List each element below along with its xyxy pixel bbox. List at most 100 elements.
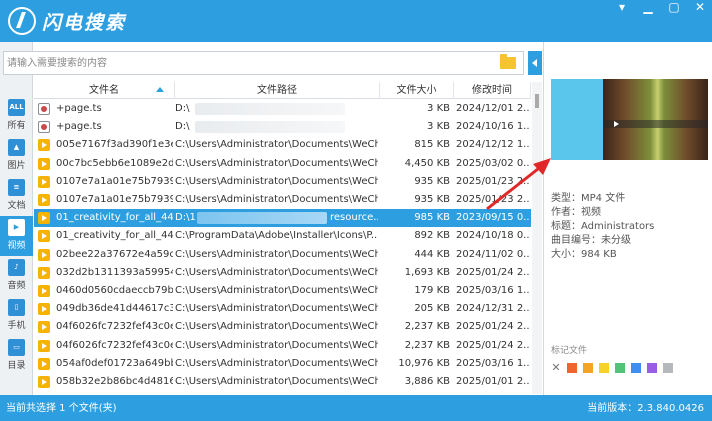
table-row[interactable]: 01_creativity_for_all_445...C:\ProgramDa… xyxy=(34,227,531,245)
sidebar-item-label: 图片 xyxy=(7,161,26,171)
color-tag-5[interactable] xyxy=(631,363,641,373)
color-tag-1[interactable] xyxy=(567,363,577,373)
file-size: 935 KB xyxy=(414,175,450,187)
browse-folder-icon[interactable] xyxy=(500,54,516,69)
modified-time: 2024/11/02 0... xyxy=(456,248,529,260)
table-row[interactable]: 04f6026fc7232fef43c0e... C:\Users\Adminis… xyxy=(34,337,531,355)
color-tag-2[interactable] xyxy=(583,363,593,373)
file-size: 4,450 KB xyxy=(404,157,450,169)
collapse-panel-button[interactable] xyxy=(528,51,542,75)
column-header-name[interactable]: 文件名 xyxy=(34,82,175,99)
video-file-icon xyxy=(38,248,50,261)
file-name: 04f6026fc7232fef43c0e... xyxy=(56,339,173,351)
modified-time: 2023/09/15 0... xyxy=(456,212,529,224)
table-row[interactable]: 054af0def01723a649bb...C:\Users\Administ… xyxy=(34,355,531,373)
file-path: C:\Users\Administrator\Documents\WeCh... xyxy=(175,321,378,333)
panel-divider xyxy=(543,42,544,395)
column-header-size[interactable]: 文件大小 xyxy=(380,82,454,99)
sidebar-item-phone[interactable]: ▯ 手机 xyxy=(0,296,33,336)
file-name: 00c7bc5ebb6e1089e2d... xyxy=(56,157,173,169)
file-size: 815 KB xyxy=(414,139,450,151)
file-path: C:\Users\Administrator\Documents\WeCh... xyxy=(175,194,378,205)
version-label: 当前版本：2.3.840.0426 xyxy=(587,403,704,414)
table-row[interactable]: +page.ts D:\ 3 KB 2024/12/01 2... xyxy=(34,100,531,118)
color-tag-6[interactable] xyxy=(647,363,657,373)
table-row[interactable]: 0107e7a1a01e75b7939... C:\Users\Administr… xyxy=(34,173,531,191)
title-bar: 闪电搜索 ▾ ▁ ▢ ✕ xyxy=(0,0,712,42)
selection-status: 当前共选择 1 个文件(夹) xyxy=(6,403,117,414)
sidebar-item-documents[interactable]: ≡ 文档 xyxy=(0,176,33,216)
file-path: C:\Users\Administrator\Documents\WeCh... xyxy=(175,339,378,351)
window-controls: ▾ ▁ ▢ ✕ xyxy=(616,0,706,14)
lightning-logo-icon xyxy=(8,7,36,35)
table-row[interactable]: +page.ts D:\ 3 KB 2024/10/16 1... xyxy=(34,118,531,136)
redacted-path xyxy=(195,103,345,115)
sidebar-item-folders[interactable]: ▭ 目录 xyxy=(0,336,33,376)
file-size: 3,886 KB xyxy=(404,376,450,387)
all-icon: ALL xyxy=(8,99,25,116)
modified-time: 2024/10/16 1... xyxy=(456,121,529,133)
video-file-icon xyxy=(38,266,50,279)
table-row[interactable]: 04f6026fc7232fef43c0e... C:\Users\Adminis… xyxy=(34,318,531,336)
video-file-icon xyxy=(38,212,50,225)
file-path-tail: resource... xyxy=(330,212,378,224)
modified-time: 2025/01/23 2... xyxy=(456,194,529,205)
file-name: +page.ts xyxy=(56,103,102,114)
minimize-button[interactable]: ▁ xyxy=(642,0,654,14)
table-row[interactable]: 0107e7a1a01e75b7939... C:\Users\Administr… xyxy=(34,191,531,209)
video-preview[interactable] xyxy=(551,79,708,160)
phone-icon: ▯ xyxy=(8,299,25,316)
table-scrollbar[interactable] xyxy=(532,82,542,394)
play-icon[interactable] xyxy=(614,121,619,127)
color-tag-3[interactable] xyxy=(599,363,609,373)
modified-time: 2025/01/24 2... xyxy=(456,321,529,333)
column-header-path[interactable]: 文件路径 xyxy=(175,82,380,99)
sidebar-item-all[interactable]: ALL 所有 xyxy=(0,96,33,136)
sidebar-item-video[interactable]: ▶ 视频 xyxy=(0,216,33,256)
modified-time: 2024/12/12 1... xyxy=(456,139,529,151)
table-row[interactable]: 0460d0560cdaeccb79b... C:\Users\Administr… xyxy=(34,282,531,300)
scrollbar-thumb[interactable] xyxy=(535,94,539,108)
video-file-icon xyxy=(38,339,50,352)
redacted-path xyxy=(197,212,327,225)
sort-ascending-icon xyxy=(156,87,164,92)
table-row[interactable]: 049db36de41d44617c3... C:\Users\Administr… xyxy=(34,300,531,318)
table-row[interactable]: 00c7bc5ebb6e1089e2d... C:\Users\Administr… xyxy=(34,155,531,173)
file-size: 3 KB xyxy=(427,103,450,114)
maximize-button[interactable]: ▢ xyxy=(668,0,680,14)
sidebar-item-images[interactable]: ▲ 图片 xyxy=(0,136,33,176)
file-name: 02bee22a37672e4a59c... xyxy=(56,248,173,260)
modified-time: 2025/01/23 2... xyxy=(456,175,529,187)
file-path: C:\Users\Administrator\Documents\WeCh... xyxy=(175,376,378,387)
file-size: 1,693 KB xyxy=(404,266,450,278)
sidebar-item-label: 手机 xyxy=(7,321,26,331)
table-row[interactable]: 005e7167f3ad390f1e3e...C:\Users\Administ… xyxy=(34,136,531,154)
detail-title: 标题：Administrators xyxy=(551,221,655,232)
table-header: 文件名 文件路径 文件大小 修改时间 xyxy=(34,82,531,99)
table-row[interactable]: 02bee22a37672e4a59c... C:\Users\Administr… xyxy=(34,246,531,264)
color-tag-7[interactable] xyxy=(663,363,673,373)
detail-type: 类型：MP4 文件 xyxy=(551,193,626,204)
sidebar-item-audio[interactable]: ♪ 音频 xyxy=(0,256,33,296)
folder-icon: ▭ xyxy=(8,339,25,356)
file-path: D:\ xyxy=(175,118,378,136)
ts-file-icon xyxy=(38,103,50,115)
audio-icon: ♪ xyxy=(8,259,25,276)
search-bar xyxy=(3,51,524,75)
table-row[interactable]: 058b32e2b86bc4d4816... C:\Users\Administr… xyxy=(34,373,531,391)
file-size: 935 KB xyxy=(414,194,450,205)
modified-time: 2025/03/16 1... xyxy=(456,357,529,369)
pin-menu-icon[interactable]: ▾ xyxy=(616,0,628,14)
video-file-icon xyxy=(38,285,50,297)
table-row[interactable]: 032d2b1311393a59954...C:\Users\Administr… xyxy=(34,264,531,282)
search-input[interactable] xyxy=(7,54,487,72)
sidebar-item-label: 视频 xyxy=(7,241,26,251)
color-tag-4[interactable] xyxy=(615,363,625,373)
close-button[interactable]: ✕ xyxy=(694,0,706,14)
file-name: 049db36de41d44617c3... xyxy=(56,303,173,315)
video-file-icon xyxy=(38,175,50,188)
column-header-time[interactable]: 修改时间 xyxy=(454,82,531,99)
clear-tag-icon[interactable]: ✕ xyxy=(551,362,561,373)
file-name: 0460d0560cdaeccb79b... xyxy=(56,285,173,296)
table-row[interactable]: 01_creativity_for_all_445...D:\1resource… xyxy=(34,209,531,228)
